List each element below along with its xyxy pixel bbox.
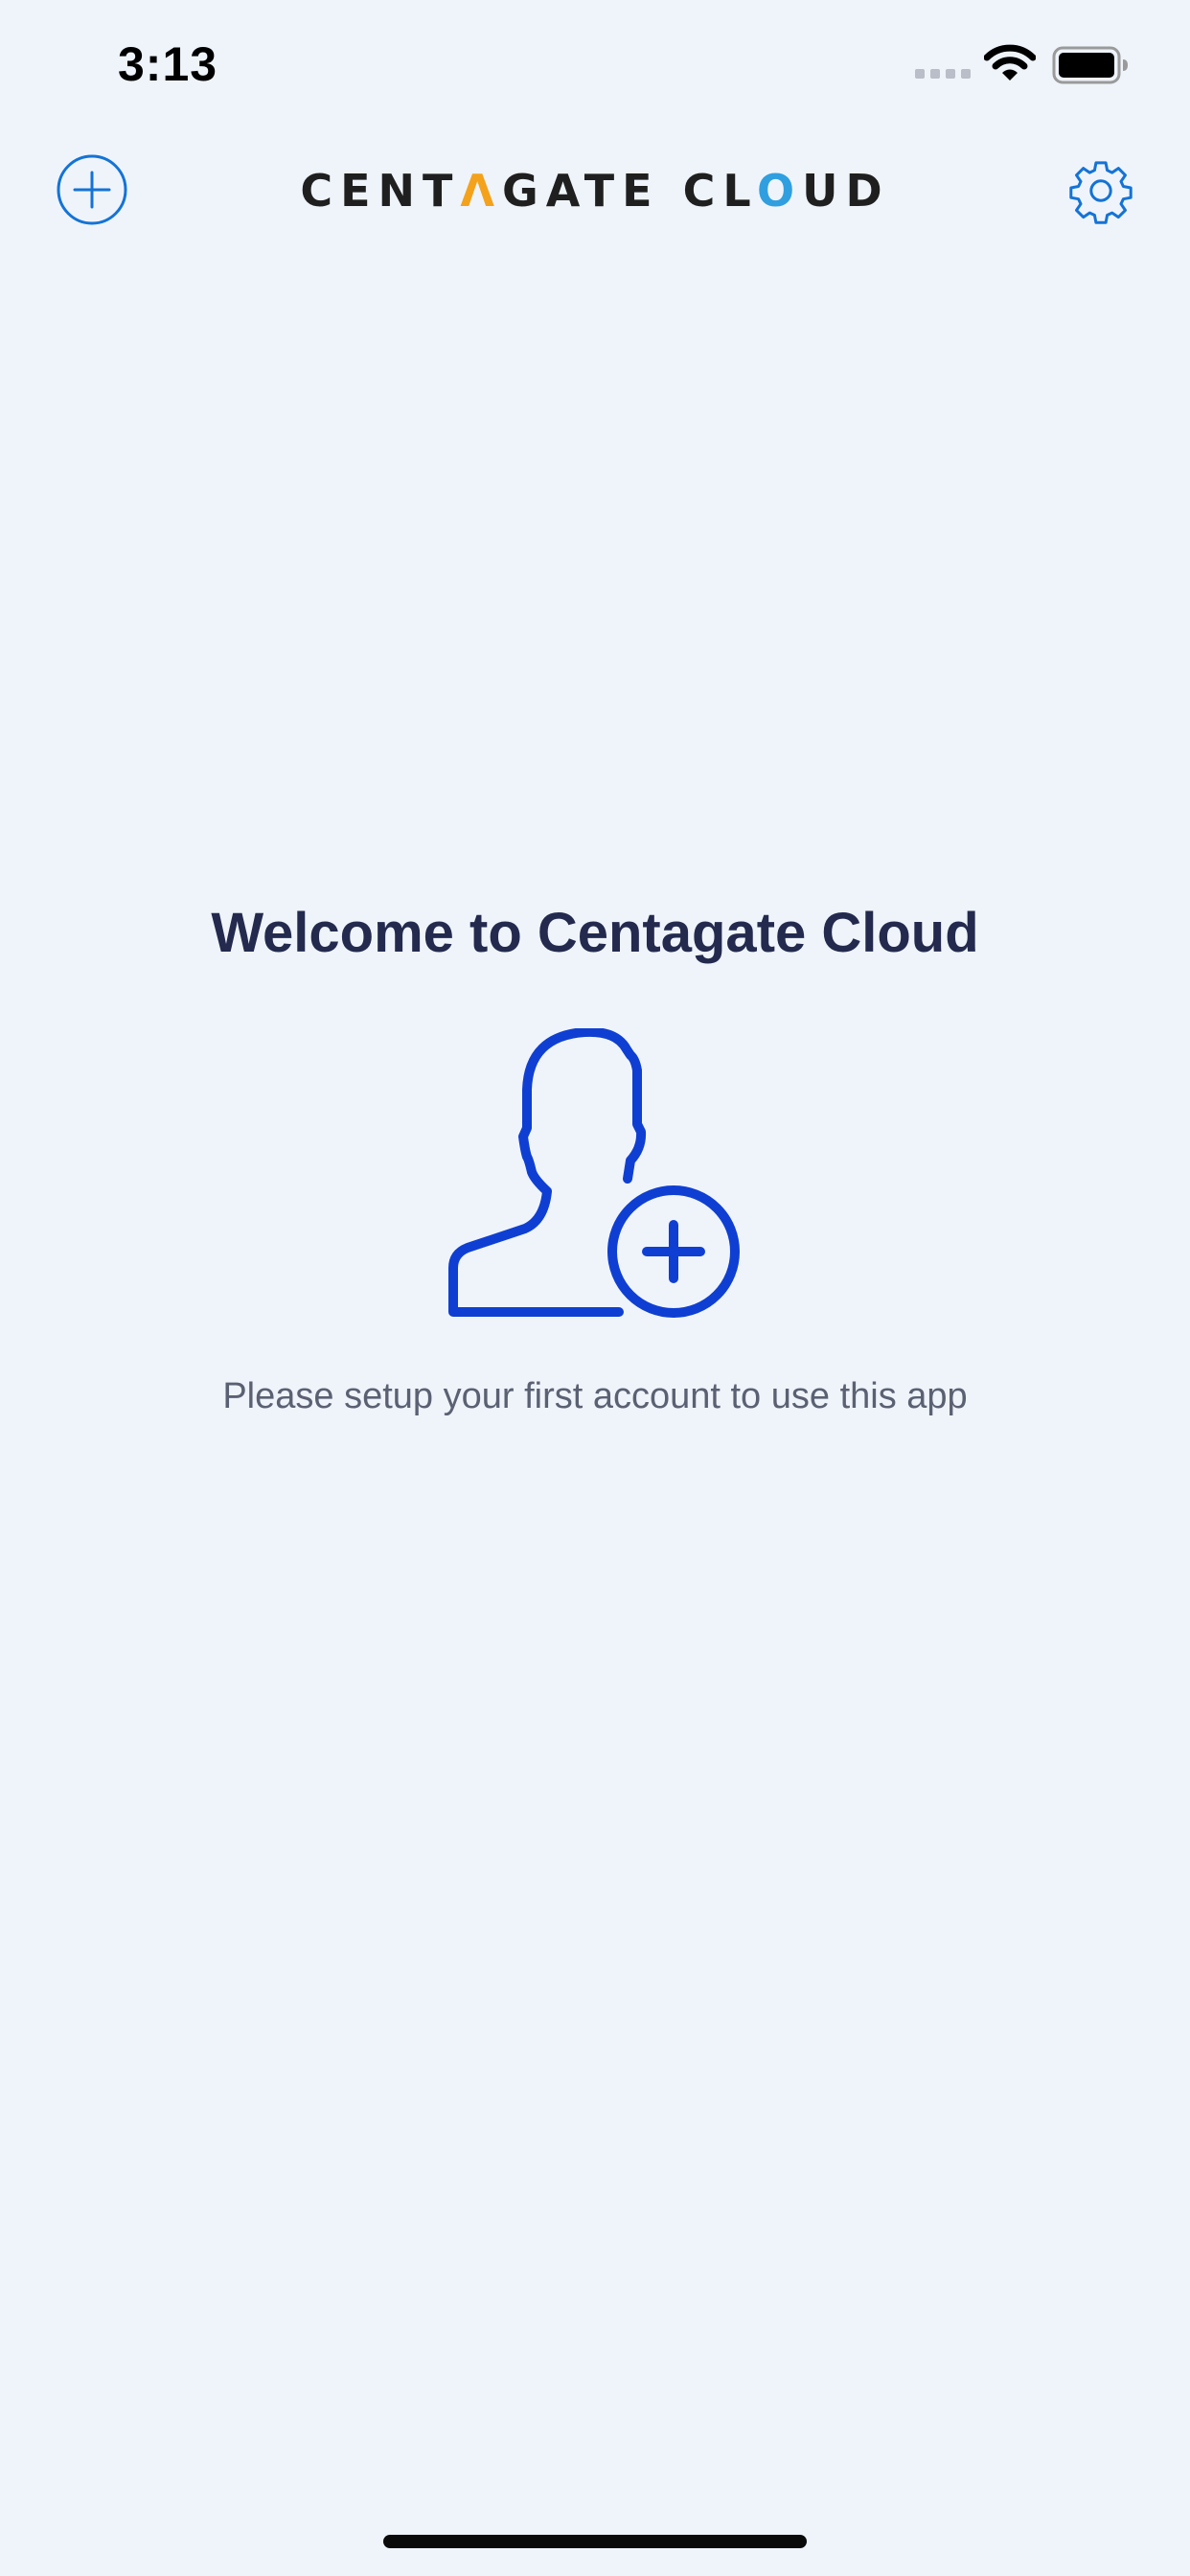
settings-button[interactable]: [1066, 156, 1135, 225]
welcome-subtitle: Please setup your first account to use t…: [222, 1376, 968, 1416]
svg-text:CENTΛGATE CLOUD: CENTΛGATE CLOUD: [300, 166, 889, 214]
status-bar: 3:13: [0, 0, 1190, 134]
centagate-cloud-logo: CENTΛGATE CLOUD: [300, 166, 889, 214]
add-account-button[interactable]: [56, 153, 128, 226]
add-user-icon: [448, 1028, 740, 1318]
gear-icon: [1069, 161, 1133, 224]
welcome-title: Welcome to Centagate Cloud: [211, 902, 979, 964]
status-time: 3:13: [118, 37, 218, 91]
cellular-signal-icon: [915, 69, 971, 79]
navigation-bar: CENTΛGATE CLOUD: [0, 134, 1190, 249]
wifi-icon: [984, 44, 1036, 80]
battery-icon: [1052, 46, 1128, 84]
plus-circle-icon: [57, 154, 127, 225]
home-indicator[interactable]: [383, 2535, 807, 2548]
